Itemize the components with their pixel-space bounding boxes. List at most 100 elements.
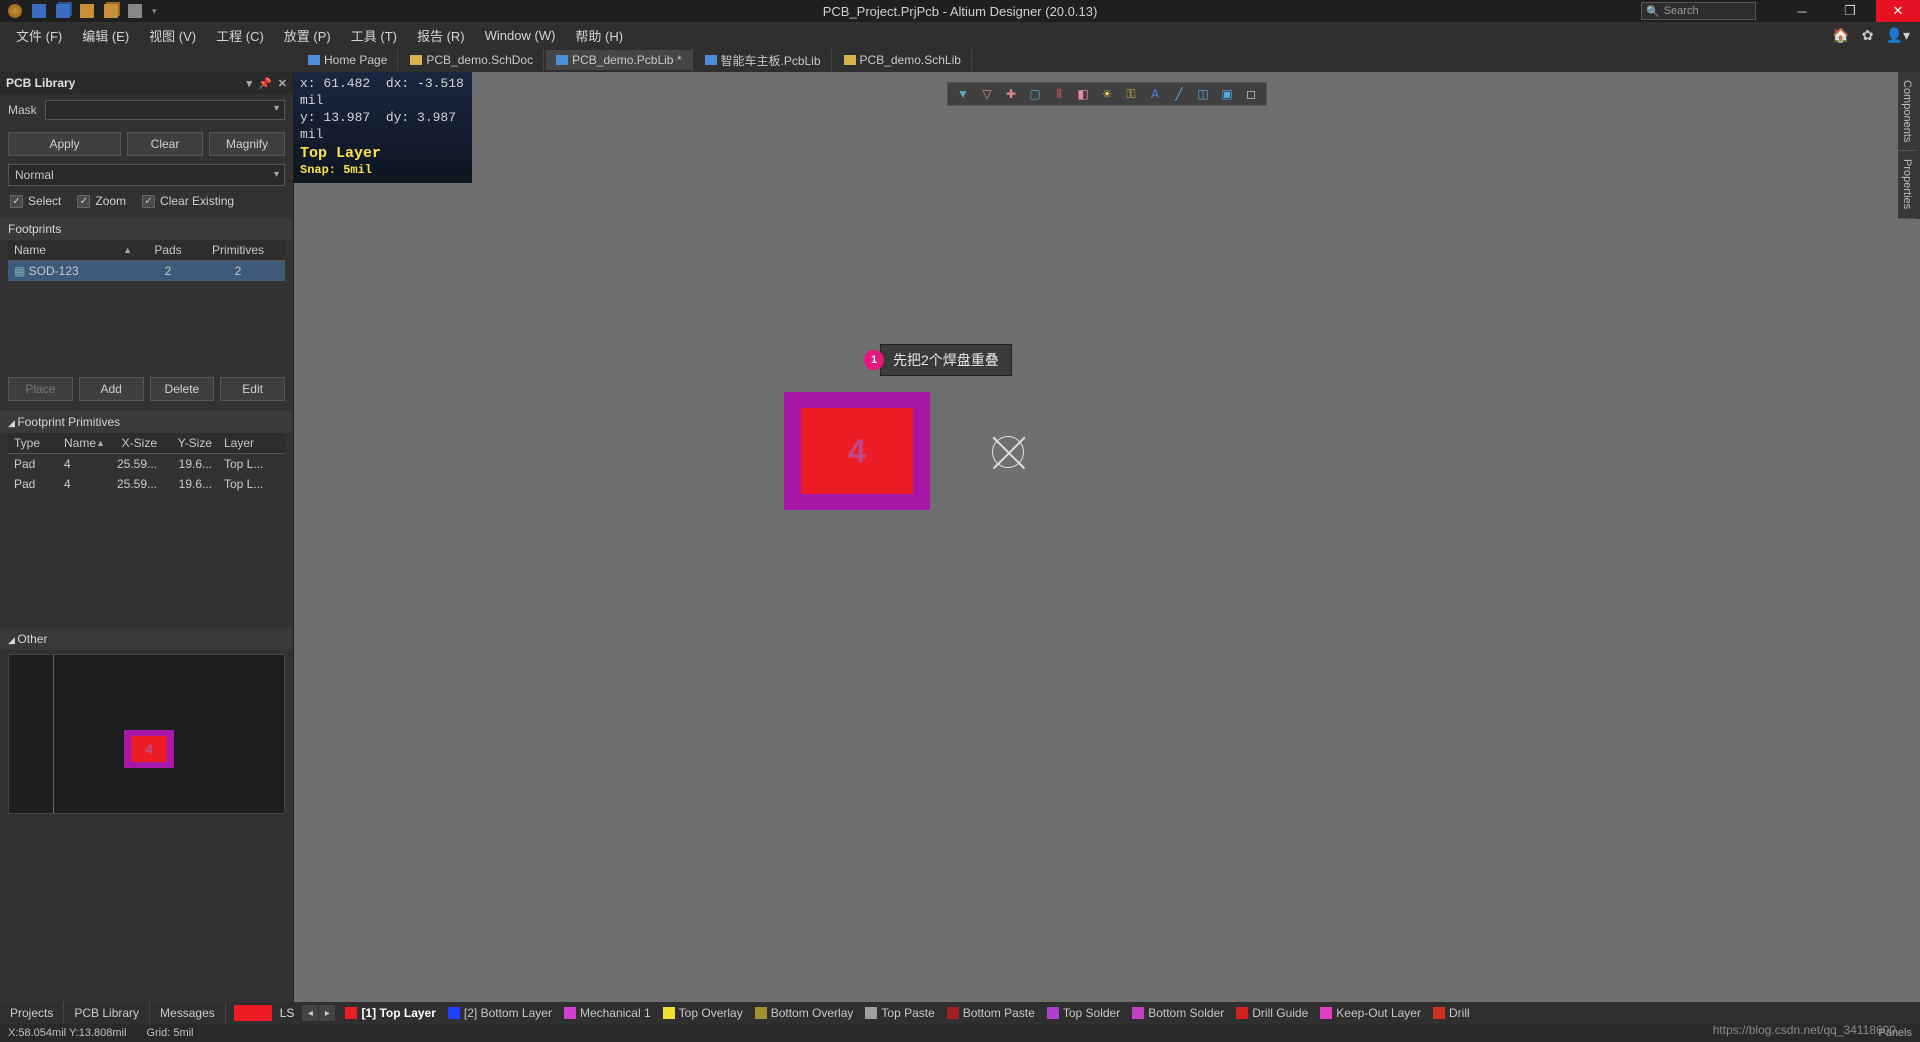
layer-item[interactable]: Mechanical 1 (558, 1006, 657, 1020)
layer-icon[interactable]: ▣ (1216, 84, 1238, 104)
close-button[interactable]: ✕ (1876, 0, 1920, 22)
col-pname[interactable]: Name▲ (58, 433, 108, 453)
origin-marker (992, 436, 1024, 468)
clear-filter-icon[interactable]: ▽ (976, 84, 998, 104)
col-name[interactable]: Name▲ (8, 240, 138, 260)
layer-label: Bottom Solder (1148, 1006, 1224, 1020)
chart-icon[interactable]: ◫ (1192, 84, 1214, 104)
open-project-icon[interactable] (104, 4, 118, 18)
maximize-button[interactable]: ❐ (1828, 0, 1872, 22)
home-icon[interactable]: 🏠 (1832, 27, 1849, 44)
align-icon[interactable]: ⫴ (1048, 84, 1070, 104)
quickaccess-toolbar: ▾ (0, 4, 157, 18)
save-icon[interactable] (32, 4, 46, 18)
view-mode-dropdown[interactable]: Normal (8, 164, 285, 186)
components-tab[interactable]: Components (1898, 72, 1916, 151)
layer-item[interactable]: Keep-Out Layer (1314, 1006, 1427, 1020)
clear-button[interactable]: Clear (127, 132, 203, 156)
layer-item[interactable]: Drill (1427, 1006, 1476, 1020)
delete-button[interactable]: Delete (150, 377, 215, 401)
sun-icon[interactable]: ☀ (1096, 84, 1118, 104)
apply-button[interactable]: Apply (8, 132, 121, 156)
tab-pcblib-active[interactable]: PCB_demo.PcbLib * (546, 50, 692, 70)
eraser-icon[interactable]: ◧ (1072, 84, 1094, 104)
open-icon[interactable] (80, 4, 94, 18)
menu-place[interactable]: 放置 (P) (274, 22, 341, 49)
ls-label[interactable]: LS (276, 1006, 299, 1020)
layer-item[interactable]: [1] Top Layer (339, 1006, 441, 1020)
layer-prev-button[interactable]: ◂ (302, 1005, 318, 1021)
layer-item[interactable]: Bottom Paste (941, 1006, 1041, 1020)
projects-tab[interactable]: Projects (0, 1002, 64, 1024)
menu-view[interactable]: 视图 (V) (139, 22, 206, 49)
dropdown-icon[interactable]: ▾ (152, 6, 157, 17)
line-icon[interactable]: ╱ (1168, 84, 1190, 104)
key-icon[interactable]: ⚿ (1120, 84, 1142, 104)
col-pads[interactable]: Pads (138, 240, 198, 260)
tab-schlib[interactable]: PCB_demo.SchLib (834, 50, 972, 70)
col-ysize[interactable]: Y-Size (163, 433, 218, 453)
clear-existing-checkbox[interactable]: ✓Clear Existing (142, 194, 234, 208)
footprint-row[interactable]: ▦ SOD-123 2 2 (8, 261, 285, 281)
layer-item[interactable]: Top Solder (1041, 1006, 1126, 1020)
menu-help[interactable]: 帮助 (H) (565, 22, 633, 49)
layer-label: Top Overlay (679, 1006, 743, 1020)
col-type[interactable]: Type (8, 433, 58, 453)
select-rect-icon[interactable]: ▢ (1024, 84, 1046, 104)
print-icon[interactable] (128, 4, 142, 18)
tab-pcblib2[interactable]: 智能车主板.PcbLib (695, 49, 832, 72)
menu-window[interactable]: Window (W) (475, 24, 566, 47)
place-button[interactable]: Place (8, 377, 73, 401)
pcblibrary-tab[interactable]: PCB Library (64, 1002, 150, 1024)
tab-home[interactable]: Home Page (298, 50, 398, 70)
other-section[interactable]: Other (0, 628, 293, 650)
pcb-canvas[interactable]: x: 61.482 dx: -3.518 mil y: 13.987 dy: 3… (294, 72, 1920, 1042)
zoom-checkbox[interactable]: ✓Zoom (77, 194, 126, 208)
layer-item[interactable]: Top Overlay (657, 1006, 749, 1020)
primitive-row[interactable]: Pad 4 25.59... 19.6... Top L... (8, 474, 285, 494)
col-primitives[interactable]: Primitives (198, 240, 278, 260)
layer-item[interactable]: Top Paste (859, 1006, 940, 1020)
text-icon[interactable]: A (1144, 84, 1166, 104)
mask-dropdown[interactable] (45, 100, 285, 120)
col-xsize[interactable]: X-Size (108, 433, 163, 453)
frame-icon[interactable]: ◻ (1240, 84, 1262, 104)
minimize-button[interactable]: ─ (1780, 0, 1824, 22)
primitive-row[interactable]: Pad 4 25.59... 19.6... Top L... (8, 454, 285, 474)
filter-icon[interactable]: ▼ (952, 84, 974, 104)
menu-project[interactable]: 工程 (C) (206, 22, 274, 49)
layer-item[interactable]: Bottom Solder (1126, 1006, 1230, 1020)
menu-reports[interactable]: 报告 (R) (407, 22, 475, 49)
user-icon[interactable]: 👤▾ (1886, 27, 1910, 44)
properties-tab[interactable]: Properties (1898, 151, 1916, 218)
layer-label: Mechanical 1 (580, 1006, 651, 1020)
magnify-button[interactable]: Magnify (209, 132, 285, 156)
menu-edit[interactable]: 编辑 (E) (72, 22, 139, 49)
select-checkbox[interactable]: ✓Select (10, 194, 61, 208)
add-button[interactable]: Add (79, 377, 144, 401)
layer-item[interactable]: Drill Guide (1230, 1006, 1314, 1020)
layer-item[interactable]: Bottom Overlay (749, 1006, 860, 1020)
panel-dropdown-icon[interactable]: ▾ (247, 77, 253, 90)
panel-pin-icon[interactable]: 📌 (258, 77, 272, 90)
layer-item[interactable]: [2] Bottom Layer (442, 1006, 558, 1020)
messages-tab[interactable]: Messages (150, 1002, 226, 1024)
settings-icon[interactable]: ✿ (1862, 27, 1874, 44)
crosshair-icon[interactable]: ✚ (1000, 84, 1022, 104)
canvas-pad-object[interactable]: 4 (784, 392, 930, 510)
layer-swatch (947, 1007, 959, 1019)
menu-file[interactable]: 文件 (F) (6, 22, 72, 49)
layer-next-button[interactable]: ▸ (319, 1005, 335, 1021)
menu-tools[interactable]: 工具 (T) (341, 22, 407, 49)
preview-pad: 4 (124, 730, 174, 768)
col-layer[interactable]: Layer (218, 433, 273, 453)
layer-label: Bottom Paste (963, 1006, 1035, 1020)
footprint-primitives-section[interactable]: Footprint Primitives (0, 411, 293, 433)
edit-button[interactable]: Edit (220, 377, 285, 401)
save-all-icon[interactable] (56, 4, 70, 18)
panel-close-icon[interactable]: ✕ (278, 77, 287, 90)
search-input[interactable]: 🔍 Search (1641, 2, 1756, 20)
current-layer-swatch[interactable] (234, 1005, 272, 1021)
tab-schdoc[interactable]: PCB_demo.SchDoc (400, 50, 544, 70)
layer-swatch (1320, 1007, 1332, 1019)
